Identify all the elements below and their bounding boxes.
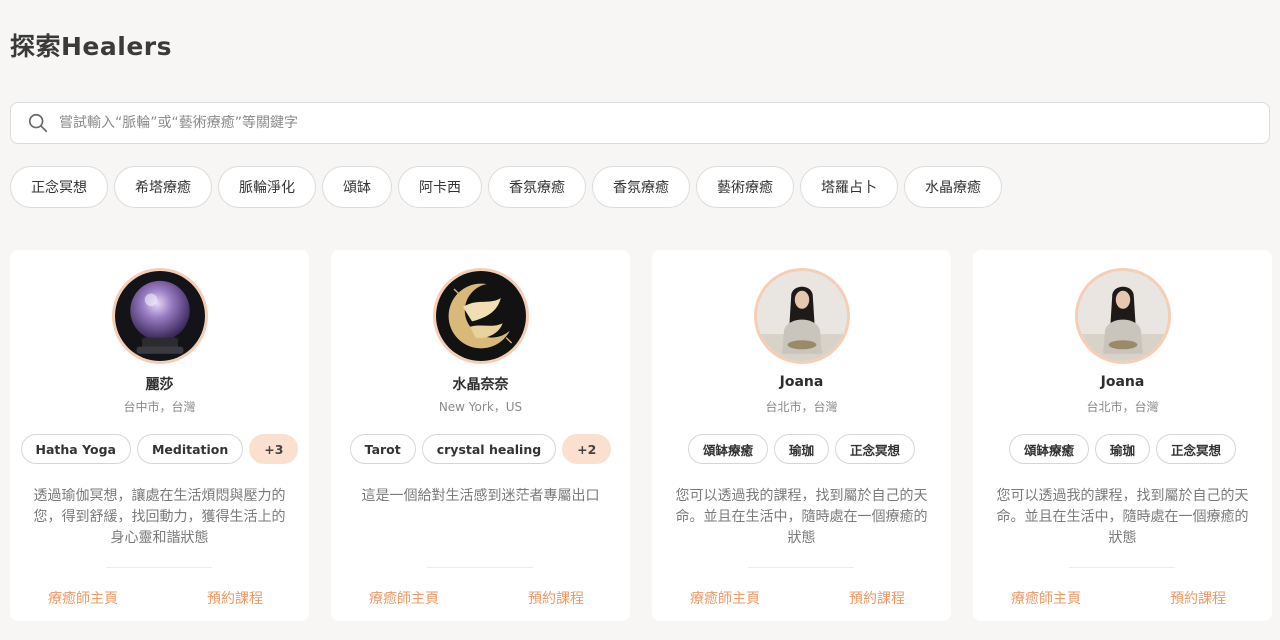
- tag-list: 頌缽療癒 瑜珈 正念冥想: [652, 434, 951, 464]
- filter-chip[interactable]: 阿卡西: [398, 166, 482, 208]
- filter-chip[interactable]: 香氛療癒: [488, 166, 586, 208]
- healer-card-list: 麗莎 台中市，台灣 Hatha Yoga Meditation +3 透過瑜伽冥…: [10, 250, 1272, 621]
- tag[interactable]: 瑜珈: [773, 434, 829, 464]
- book-course-link[interactable]: 預約課程: [1170, 588, 1226, 608]
- healer-name: 麗莎: [145, 377, 174, 393]
- healer-location: New York，US: [438, 400, 523, 414]
- more-tags-badge[interactable]: +2: [562, 434, 612, 464]
- crystal-ball-image: [114, 271, 205, 361]
- search-icon: [28, 113, 48, 133]
- healer-card[interactable]: Joana 台北市，台灣 頌缽療癒 瑜珈 正念冥想 您可以透過我的課程，找到屬於…: [652, 250, 951, 621]
- tag-list: Tarot crystal healing +2: [331, 434, 630, 464]
- divider: [427, 567, 533, 568]
- page-title: 探索Healers: [10, 32, 172, 61]
- healer-name: Joana: [1100, 374, 1145, 390]
- book-course-link[interactable]: 預約課程: [528, 588, 584, 608]
- tag[interactable]: Meditation: [136, 434, 244, 464]
- healer-name: 水晶奈奈: [452, 377, 509, 393]
- healer-location: 台中市，台灣: [123, 400, 196, 414]
- woman-portrait-avatar[interactable]: [753, 268, 850, 364]
- healer-location: 台北市，台灣: [1086, 400, 1159, 414]
- healer-description: 您可以透過我的課程，找到屬於自己的天命。並且在生活中，隨時處在一個療癒的狀態: [675, 488, 928, 546]
- tag[interactable]: 正念冥想: [835, 434, 916, 464]
- filter-chip[interactable]: 頌缽: [322, 166, 392, 208]
- healer-description: 您可以透過我的課程，找到屬於自己的天命。並且在生活中，隨時處在一個療癒的狀態: [996, 488, 1249, 546]
- more-tags-badge[interactable]: +3: [249, 434, 299, 464]
- healer-name: Joana: [779, 374, 824, 390]
- search-bar[interactable]: [10, 102, 1270, 144]
- healer-card[interactable]: 麗莎 台中市，台灣 Hatha Yoga Meditation +3 透過瑜伽冥…: [10, 250, 309, 621]
- woman-portrait-image: [756, 271, 847, 361]
- healer-card[interactable]: 水晶奈奈 New York，US Tarot crystal healing +…: [331, 250, 630, 621]
- tag[interactable]: 頌缽療癒: [1008, 434, 1089, 464]
- tag-list: 頌缽療癒 瑜珈 正念冥想: [973, 434, 1272, 464]
- divider: [106, 567, 212, 568]
- golden-moon-image: [435, 271, 526, 361]
- healer-location: 台北市，台灣: [765, 400, 838, 414]
- tag[interactable]: 瑜珈: [1094, 434, 1150, 464]
- tag-list: Hatha Yoga Meditation +3: [10, 434, 309, 464]
- filter-chip[interactable]: 希塔療癒: [114, 166, 212, 208]
- tag[interactable]: 頌缽療癒: [687, 434, 768, 464]
- filter-chips: 正念冥想 希塔療癒 脈輪淨化 頌缽 阿卡西 香氛療癒 香氛療癒 藝術療癒 塔羅占…: [10, 166, 1002, 208]
- divider: [1069, 567, 1175, 568]
- filter-chip[interactable]: 香氛療癒: [592, 166, 690, 208]
- healer-card[interactable]: Joana 台北市，台灣 頌缽療癒 瑜珈 正念冥想 您可以透過我的課程，找到屬於…: [973, 250, 1272, 621]
- page: 探索Healers 正念冥想 希塔療癒 脈輪淨化 頌缽 阿卡西 香氛療癒 香氛療…: [0, 0, 1280, 640]
- search-input[interactable]: [59, 115, 1209, 131]
- book-course-link[interactable]: 預約課程: [207, 588, 263, 608]
- healer-profile-link[interactable]: 療癒師主頁: [369, 588, 439, 608]
- woman-portrait-image: [1077, 271, 1168, 361]
- healer-profile-link[interactable]: 療癒師主頁: [1011, 588, 1081, 608]
- filter-chip[interactable]: 藝術療癒: [696, 166, 794, 208]
- healer-description: 這是一個給對生活感到迷茫者專屬出口: [361, 488, 600, 504]
- filter-chip[interactable]: 塔羅占卜: [800, 166, 898, 208]
- healer-profile-link[interactable]: 療癒師主頁: [48, 588, 118, 608]
- filter-chip[interactable]: 脈輪淨化: [218, 166, 316, 208]
- book-course-link[interactable]: 預約課程: [849, 588, 905, 608]
- woman-portrait-avatar[interactable]: [1074, 268, 1171, 364]
- healer-description: 透過瑜伽冥想，讓處在生活煩悶與壓力的您，得到舒緩，找回動力，獲得生活上的身心靈和…: [33, 488, 286, 546]
- crystal-ball-avatar[interactable]: [111, 268, 208, 364]
- filter-chip[interactable]: 正念冥想: [10, 166, 108, 208]
- filter-chip[interactable]: 水晶療癒: [904, 166, 1002, 208]
- divider: [748, 567, 854, 568]
- tag[interactable]: crystal healing: [421, 434, 557, 464]
- tag[interactable]: Hatha Yoga: [20, 434, 131, 464]
- healer-profile-link[interactable]: 療癒師主頁: [690, 588, 760, 608]
- tag[interactable]: Tarot: [349, 434, 416, 464]
- tag[interactable]: 正念冥想: [1156, 434, 1237, 464]
- golden-moon-avatar[interactable]: [432, 268, 529, 364]
